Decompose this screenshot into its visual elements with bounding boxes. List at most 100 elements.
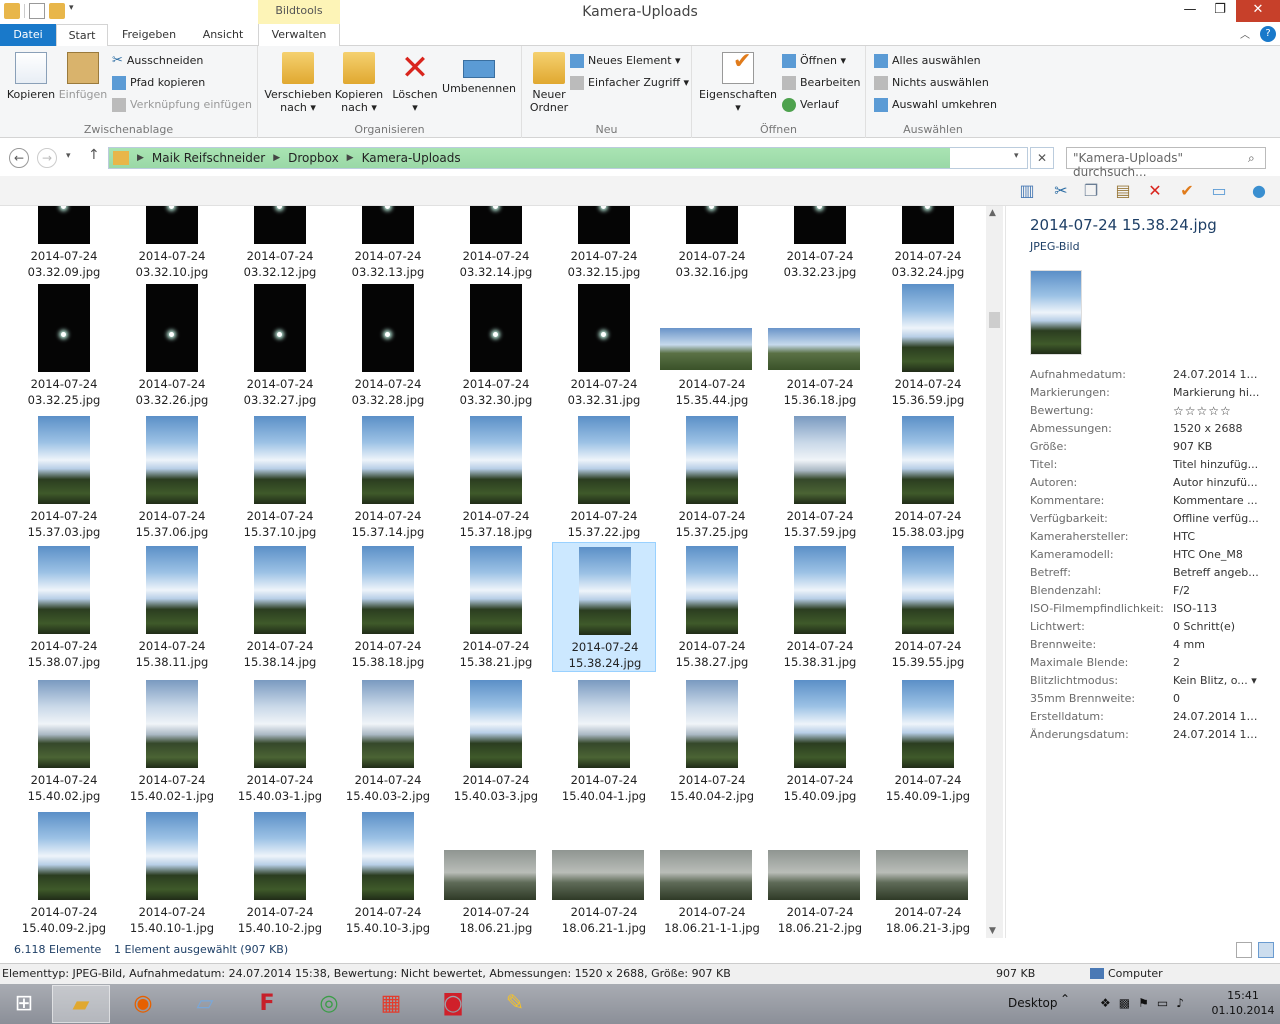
minimize-button[interactable]: — xyxy=(1175,0,1205,22)
clear-address-button[interactable]: ✕ xyxy=(1030,147,1054,169)
details-view-icon[interactable] xyxy=(1236,942,1252,958)
tab-ansicht[interactable]: Ansicht xyxy=(190,24,256,47)
property-row[interactable]: Änderungsdatum: 24.07.2014 15:... xyxy=(1030,728,1280,746)
file-item[interactable]: 2014-07-24 15.40.10-2.jpg xyxy=(228,808,332,938)
volume-tray-icon[interactable]: ♪ xyxy=(1176,996,1184,1010)
paste-icon[interactable]: ▤ xyxy=(1112,180,1134,202)
open-button[interactable]: Öffnen ▾ xyxy=(782,52,846,70)
copy-icon[interactable]: ❐ xyxy=(1080,180,1102,202)
scroll-down-icon[interactable]: ▼ xyxy=(989,926,996,936)
file-item[interactable]: 2014-07-24 03.32.13.jpg xyxy=(336,206,440,286)
filezilla-taskbar-icon[interactable]: F xyxy=(238,985,296,1023)
file-item[interactable]: 2014-07-24 15.40.09-2.jpg xyxy=(12,808,116,938)
chevron-right-icon[interactable]: ▶ xyxy=(347,153,354,163)
file-item[interactable]: 2014-07-24 15.38.31.jpg xyxy=(768,542,872,676)
select-none-button[interactable]: Nichts auswählen xyxy=(874,74,989,92)
file-item[interactable]: 2014-07-24 15.38.21.jpg xyxy=(444,542,548,676)
file-item[interactable]: 2014-07-24 15.40.09.jpg xyxy=(768,676,872,810)
edit-button[interactable]: Bearbeiten xyxy=(782,74,860,92)
copy-button[interactable]: Kopieren xyxy=(6,52,56,101)
file-item[interactable]: 2014-07-24 03.32.12.jpg xyxy=(228,206,332,286)
property-row[interactable]: Größe: 907 KB xyxy=(1030,440,1280,458)
file-item[interactable]: 2014-07-24 03.32.09.jpg xyxy=(12,206,116,286)
property-row[interactable]: Autoren: Autor hinzufü... xyxy=(1030,476,1280,494)
property-row[interactable]: Kommentare: Kommentare ... xyxy=(1030,494,1280,512)
checkmark-icon[interactable]: ✔ xyxy=(1176,180,1198,202)
address-field[interactable]: ▶ Maik Reifschneider ▶ Dropbox ▶ Kamera-… xyxy=(108,147,1028,169)
paste-shortcut-button[interactable]: Verknüpfung einfügen xyxy=(112,96,252,114)
delete-icon[interactable]: ✕ xyxy=(1144,180,1166,202)
paste-button[interactable]: Einfügen xyxy=(58,52,108,101)
property-row[interactable]: Verfügbarkeit: Offline verfüg... xyxy=(1030,512,1280,530)
file-item[interactable]: 2014-07-24 15.40.02-1.jpg xyxy=(120,676,224,810)
property-row[interactable]: Blitzlichtmodus: Kein Blitz, o... ▾ xyxy=(1030,674,1280,692)
breadcrumb-item[interactable]: Kamera-Uploads xyxy=(362,151,461,165)
explorer-taskbar-icon[interactable]: ▰ xyxy=(52,985,110,1023)
search-input[interactable]: "Kamera-Uploads" durchsuch... xyxy=(1066,147,1266,179)
file-item[interactable]: 2014-07-24 18.06.21.jpg xyxy=(444,808,548,938)
file-item[interactable]: 2014-07-24 15.37.18.jpg xyxy=(444,412,548,546)
breadcrumb-item[interactable]: Dropbox xyxy=(288,151,339,165)
file-item[interactable]: 2014-07-24 15.37.22.jpg xyxy=(552,412,656,546)
clock[interactable]: 15:41 01.10.2014 xyxy=(1208,988,1278,1018)
file-item[interactable]: 2014-07-24 03.32.23.jpg xyxy=(768,206,872,286)
tab-start[interactable]: Start xyxy=(56,24,108,48)
file-item[interactable]: 2014-07-24 03.32.25.jpg xyxy=(12,280,116,414)
help-icon[interactable]: ? xyxy=(1260,26,1276,42)
file-item[interactable]: 2014-07-24 03.32.31.jpg xyxy=(552,280,656,414)
search-icon[interactable]: ⌕ xyxy=(1248,151,1255,166)
file-item[interactable]: 2014-07-24 15.38.27.jpg xyxy=(660,542,764,676)
property-row[interactable]: Erstelldatum: 24.07.2014 18:... xyxy=(1030,710,1280,728)
file-item[interactable]: 2014-07-24 03.32.14.jpg xyxy=(444,206,548,286)
file-item[interactable]: 2014-07-24 03.32.10.jpg xyxy=(120,206,224,286)
property-row[interactable]: Blendenzahl: F/2 xyxy=(1030,584,1280,602)
scissors-icon[interactable]: ✂ xyxy=(1050,180,1072,202)
file-item[interactable]: 2014-07-24 15.40.03-2.jpg xyxy=(336,676,440,810)
property-row[interactable]: Betreff: Betreff angeb... xyxy=(1030,566,1280,584)
file-item[interactable]: 2014-07-24 15.37.10.jpg xyxy=(228,412,332,546)
breadcrumb-item[interactable]: Maik Reifschneider xyxy=(152,151,265,165)
new-folder-button[interactable]: Neuer Ordner xyxy=(526,52,572,114)
file-item[interactable]: 2014-07-24 18.06.21-2.jpg xyxy=(768,808,872,938)
property-row[interactable]: Titel: Titel hinzufüg... xyxy=(1030,458,1280,476)
file-item[interactable]: 2014-07-24 15.37.59.jpg xyxy=(768,412,872,546)
chevron-down-icon[interactable]: ▾ xyxy=(1014,151,1019,161)
details-pane-icon[interactable]: ▥ xyxy=(1016,180,1038,202)
file-item[interactable]: 2014-07-24 03.32.26.jpg xyxy=(120,280,224,414)
notepad-taskbar-icon[interactable]: ▱ xyxy=(176,985,234,1023)
delete-button[interactable]: ✕ Löschen ▾ xyxy=(390,51,440,114)
back-button[interactable]: ← xyxy=(9,148,29,168)
new-item-button[interactable]: Neues Element ▾ xyxy=(570,52,681,70)
file-item[interactable]: 2014-07-24 15.37.06.jpg xyxy=(120,412,224,546)
desktop-toolbar-label[interactable]: Desktop xyxy=(1008,996,1058,1010)
file-item[interactable]: 2014-07-24 15.37.14.jpg xyxy=(336,412,440,546)
dropbox-tray-icon[interactable]: ❖ xyxy=(1100,996,1111,1010)
property-row[interactable]: Markierungen: Markierung hi... xyxy=(1030,386,1280,404)
apps-taskbar-icon[interactable]: ▦ xyxy=(362,985,420,1023)
property-row[interactable]: Abmessungen: 1520 x 2688 xyxy=(1030,422,1280,440)
large-icons-view-icon[interactable] xyxy=(1258,942,1274,958)
tab-datei[interactable]: Datei xyxy=(0,24,56,47)
file-item[interactable]: 2014-07-24 03.32.15.jpg xyxy=(552,206,656,286)
file-item[interactable]: 2014-07-24 15.36.18.jpg xyxy=(768,280,872,414)
windows-start-icon[interactable]: ⊞ xyxy=(2,985,46,1023)
file-item[interactable]: 2014-07-24 15.38.07.jpg xyxy=(12,542,116,676)
globe-icon[interactable]: ● xyxy=(1248,180,1270,202)
network-tray-icon[interactable]: ▩ xyxy=(1119,996,1130,1010)
copy-to-button[interactable]: Kopieren nach ▾ xyxy=(330,52,388,114)
file-item[interactable]: 2014-07-24 15.38.18.jpg xyxy=(336,542,440,676)
file-item[interactable]: 2014-07-24 03.32.27.jpg xyxy=(228,280,332,414)
recent-locations-icon[interactable]: ▾ xyxy=(66,151,71,161)
file-item[interactable]: 2014-07-24 15.40.03-1.jpg xyxy=(228,676,332,810)
close-button[interactable]: ✕ xyxy=(1236,0,1280,22)
file-item[interactable]: 2014-07-24 15.40.02.jpg xyxy=(12,676,116,810)
file-item[interactable]: 2014-07-24 18.06.21-1.jpg xyxy=(552,808,656,938)
property-row[interactable]: ISO-Filmempfindlichkeit: ISO-113 xyxy=(1030,602,1280,620)
paint-taskbar-icon[interactable]: ✎ xyxy=(486,985,544,1023)
rename-button[interactable]: Umbenennen xyxy=(440,52,518,95)
file-item[interactable]: 2014-07-24 15.39.55.jpg xyxy=(876,542,980,676)
vertical-scrollbar[interactable]: ▲ ▼ xyxy=(986,206,1003,938)
scroll-up-icon[interactable]: ▲ xyxy=(989,208,996,218)
file-item[interactable]: 2014-07-24 15.38.03.jpg xyxy=(876,412,980,546)
file-item[interactable]: 2014-07-24 18.06.21-3.jpg xyxy=(876,808,980,938)
